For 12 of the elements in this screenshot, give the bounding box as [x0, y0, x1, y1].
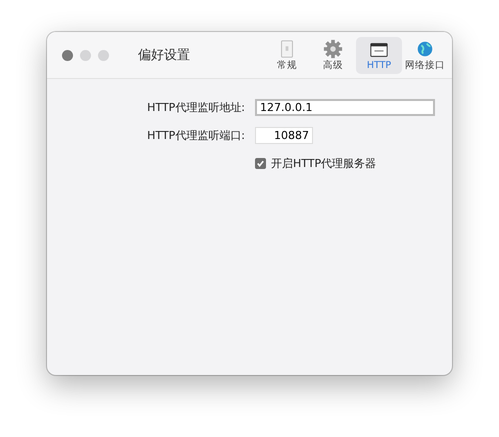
- toolbar-tab[interactable]: 高级: [310, 36, 356, 74]
- globe-icon: [415, 38, 435, 58]
- window-title: 偏好设置: [138, 47, 191, 64]
- field-label: HTTP代理监听端口:: [146, 128, 245, 142]
- toolbar-tab[interactable]: 网络接口: [402, 36, 448, 74]
- input-field[interactable]: 127.0.0.1: [255, 98, 435, 116]
- checkbox[interactable]: [255, 158, 266, 168]
- input-field[interactable]: 10887: [255, 126, 313, 144]
- field-label: HTTP代理监听地址:: [146, 100, 245, 114]
- toolbar-tab[interactable]: 常规: [264, 36, 310, 74]
- proxy-checkbox[interactable]: 开启HTTP代理服务器: [255, 156, 376, 170]
- close-button[interactable]: [62, 50, 73, 60]
